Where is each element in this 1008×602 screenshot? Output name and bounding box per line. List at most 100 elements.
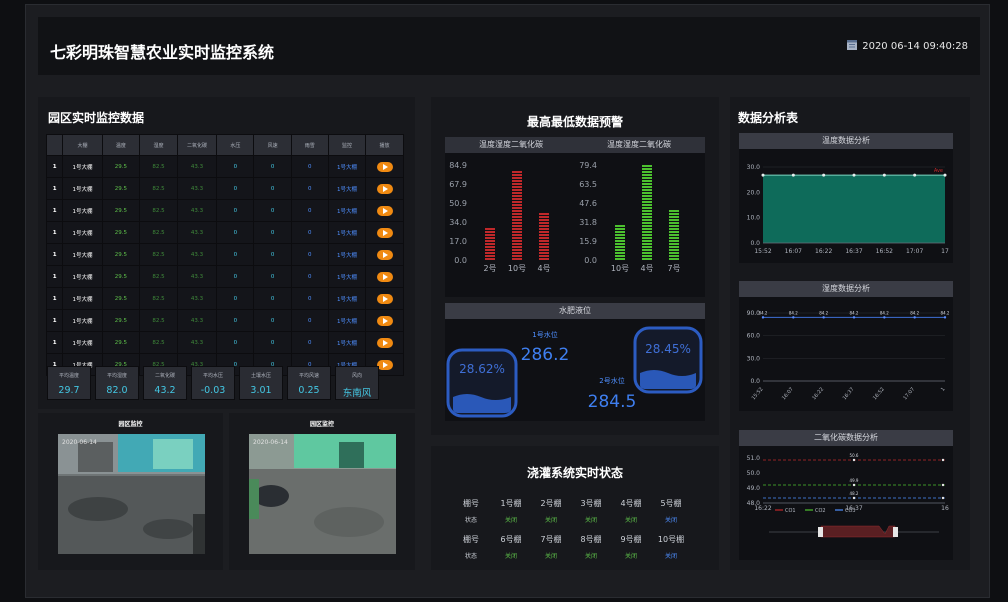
table-cell: 0 — [290, 287, 329, 310]
table-cell: 29.5 — [101, 265, 141, 288]
shed-status[interactable]: 关闭 — [531, 515, 571, 524]
x-tick-label: 17:07 — [902, 386, 916, 401]
camera-feed-2[interactable]: 2020-06-14 — [249, 434, 396, 554]
table-cell: 29.5 — [101, 287, 141, 310]
shed-status[interactable]: 关闭 — [611, 515, 651, 524]
table-cell: 43.3 — [176, 331, 218, 354]
y-tick-label: 84.9 — [449, 161, 467, 170]
data-point — [852, 496, 856, 500]
stat-value: -0.03 — [200, 385, 226, 396]
play-cell — [365, 265, 404, 288]
play-icon[interactable] — [376, 271, 393, 282]
shed-label: 1号棚 — [500, 499, 522, 508]
x-tick-label: 16:52 — [876, 248, 893, 255]
shed-label: 8号棚 — [580, 535, 602, 544]
table-row[interactable]: 11号大棚29.582.543.30001号大棚 — [45, 287, 404, 310]
table-row[interactable]: 11号大棚29.582.543.30001号大棚 — [45, 331, 404, 354]
table-row[interactable]: 11号大棚29.582.543.30001号大棚 — [45, 177, 404, 200]
table-cell: 0 — [253, 177, 292, 200]
shed-status[interactable]: 关闭 — [491, 551, 531, 560]
tank-1-label: 1号水位 — [532, 330, 557, 339]
table-cell: 1号大棚 — [62, 331, 103, 354]
monitor-panel: 园区实时监控数据 大棚 温度 湿度 二氧化碳 水压 风速 雨雪 监控 播放 1 1号大棚 29.5 8… — [38, 97, 415, 409]
play-icon[interactable] — [376, 161, 393, 172]
table-cell: 1 — [45, 265, 64, 288]
table-cell: 43.3 — [176, 221, 218, 244]
camera-feed-1[interactable]: 2020-06-14 — [58, 434, 205, 554]
shed-label: 6号棚 — [500, 535, 522, 544]
table-cell: 0 — [253, 265, 292, 288]
table-cell: 0 — [253, 309, 292, 332]
table-cell: 1 — [45, 155, 64, 178]
zoom-handle-right[interactable] — [893, 527, 898, 537]
zoom-handle-left[interactable] — [818, 527, 823, 537]
temp-area-chart: 30.0 20.0 10.0 0.0 Ave 15:52 16:07 16:22 16:37 16… — [747, 164, 949, 255]
legend-label[interactable]: CO3 — [845, 508, 856, 514]
table-row[interactable]: 11号大棚29.582.543.30001号大棚 — [45, 221, 404, 244]
table-row[interactable]: 11号大棚29.582.543.30001号大棚 — [45, 265, 404, 288]
data-point — [941, 458, 945, 462]
play-icon[interactable] — [376, 337, 393, 348]
data-point — [943, 173, 947, 177]
legend-label[interactable]: CO1 — [785, 508, 796, 514]
table-cell: 1号大棚 — [327, 331, 367, 354]
play-icon[interactable] — [376, 315, 393, 326]
shed-status[interactable]: 关闭 — [651, 515, 691, 524]
bar — [669, 210, 679, 260]
play-icon[interactable] — [376, 293, 393, 304]
irrigation-panel: 浇灌系统实时状态 棚号 状态 1号棚 关闭 2号棚 关闭 3号棚 关闭 4号棚 关闭 5号棚 关闭 棚号… — [431, 446, 719, 570]
y-tick-label: 79.4 — [579, 161, 597, 170]
tank-2-value: 284.5 — [588, 392, 637, 412]
play-icon[interactable] — [376, 249, 393, 260]
data-point — [941, 496, 945, 500]
table-cell: 0 — [253, 287, 292, 310]
bar — [512, 171, 522, 260]
table-row[interactable]: 11号大棚29.582.543.30001号大棚 — [45, 309, 404, 332]
shed-status[interactable]: 关闭 — [531, 551, 571, 560]
table-row[interactable]: 11号大棚29.582.543.30001号大棚 — [45, 199, 404, 222]
play-icon[interactable] — [376, 227, 393, 238]
table-cell: 0 — [253, 243, 292, 266]
play-icon[interactable] — [376, 205, 393, 216]
analysis-title: 数据分析表 — [738, 111, 799, 125]
stat-label: 风向 — [351, 373, 362, 379]
x-tick-label: 16 — [941, 505, 949, 512]
table-row[interactable]: 11号大棚29.582.543.30001号大棚 — [45, 243, 404, 266]
shed-status[interactable]: 关闭 — [571, 551, 611, 560]
legend-label[interactable]: CO2 — [815, 508, 826, 514]
table-row[interactable]: 11号大棚29.582.543.30001号大棚 — [45, 155, 404, 178]
point-label: 84.2 — [789, 310, 798, 315]
table-cell: 1 — [45, 177, 64, 200]
data-point — [852, 316, 856, 319]
table-cell: 1号大棚 — [327, 243, 367, 266]
table-cell: 1号大棚 — [327, 309, 367, 332]
tank-2-percent: 28.45% — [645, 342, 691, 356]
shed-status[interactable]: 关闭 — [491, 515, 531, 524]
y-tick-label: 50.0 — [747, 470, 761, 477]
table-cell: 43.3 — [176, 265, 218, 288]
column-header: 温度 — [101, 134, 141, 156]
shed-status[interactable]: 关闭 — [571, 515, 611, 524]
point-label: 50.6 — [850, 453, 859, 458]
play-icon[interactable] — [376, 183, 393, 194]
play-cell — [365, 331, 404, 354]
tank-1-value: 286.2 — [521, 345, 570, 365]
shed-status[interactable]: 关闭 — [611, 551, 651, 560]
table-cell: 1 — [45, 309, 64, 332]
row-label: 状态 — [464, 517, 477, 524]
stat-value: 东南风 — [342, 388, 372, 399]
stat-value: 0.25 — [298, 385, 320, 396]
table-cell: 0 — [253, 331, 292, 354]
zoom-range[interactable] — [820, 525, 896, 538]
play-cell — [365, 155, 404, 178]
table-cell: 1 — [45, 243, 64, 266]
row-label: 棚号 — [463, 535, 479, 544]
table-cell: 0 — [290, 221, 329, 244]
table-cell: 1号大棚 — [62, 265, 103, 288]
column-header: 水压 — [216, 134, 255, 156]
tank-1-percent: 28.62% — [459, 362, 505, 376]
tank-2-label: 2号水位 — [599, 376, 624, 385]
monitor-title: 园区实时监控数据 — [48, 111, 145, 125]
alerts-chart-box: 温度湿度二氧化碳 温度湿度二氧化碳 84.9 67.9 50.9 34.0 17.0 0.0… — [445, 137, 705, 297]
shed-status[interactable]: 关闭 — [651, 551, 691, 560]
